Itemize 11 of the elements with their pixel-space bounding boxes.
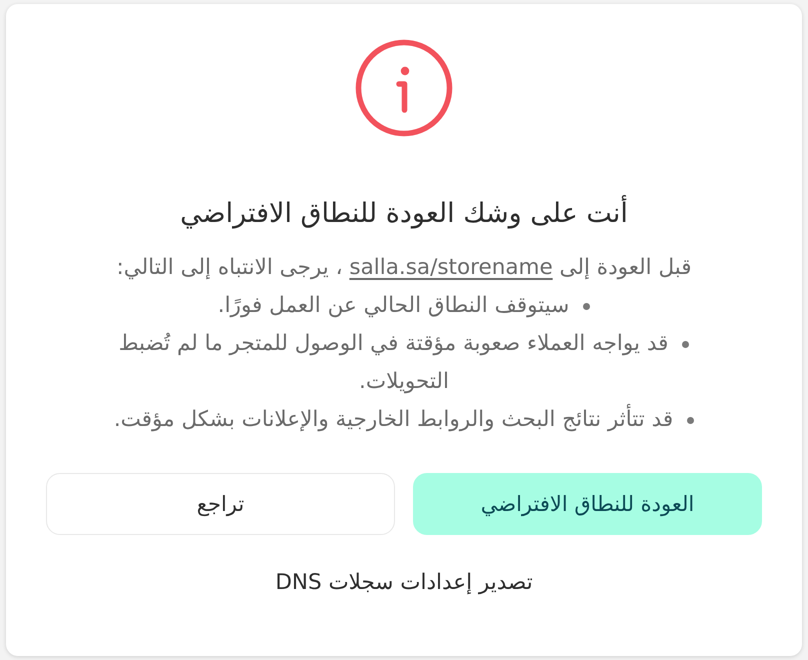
bullet-icon xyxy=(682,340,690,348)
store-url-link[interactable]: salla.sa/storename xyxy=(349,255,553,280)
export-dns-link[interactable]: تصدير إعدادات سجلات DNS xyxy=(271,568,537,598)
warning-point-text: قد يواجه العملاء صعوبة مؤقتة في الوصول للمتجر ما لم تُضبط التحويلات. xyxy=(118,331,668,394)
dialog-title: أنت على وشك العودة للنطاق الافتراضي xyxy=(180,197,628,231)
confirm-button[interactable]: العودة للنطاق الافتراضي xyxy=(413,473,762,535)
info-icon xyxy=(355,39,453,137)
warning-point-text: سيتوقف النطاق الحالي عن العمل فورًا. xyxy=(218,293,570,318)
cancel-button[interactable]: تراجع xyxy=(46,473,395,535)
bullet-icon xyxy=(583,302,590,310)
bullet-icon xyxy=(687,416,694,424)
